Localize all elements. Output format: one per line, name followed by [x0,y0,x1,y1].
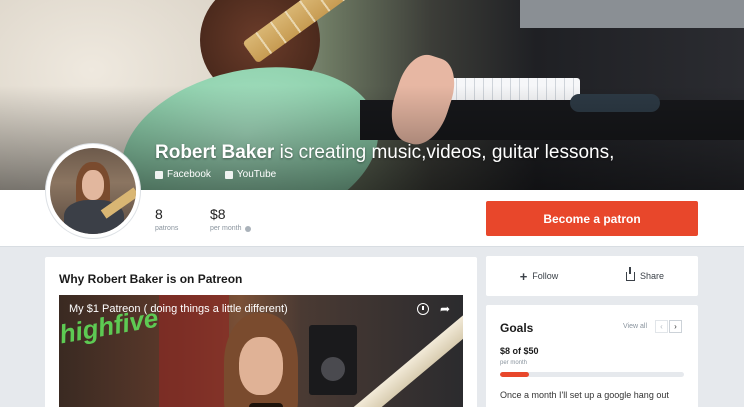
goal-progress-bar [500,372,684,377]
play-button[interactable] [249,403,283,407]
patrons-stat: 8 patrons [155,206,178,232]
goals-heading: Goals [500,321,534,335]
share-icon [625,266,635,281]
chevron-right-icon[interactable]: › [669,320,682,333]
info-icon[interactable] [244,225,251,232]
watch-later-icon[interactable] [417,303,429,315]
view-all-link[interactable]: View all [623,323,647,330]
intro-video[interactable]: highfive My $1 Patreon ( doing things a … [59,295,463,407]
about-heading: Why Robert Baker is on Patreon [59,272,243,286]
youtube-icon [224,170,233,179]
chevron-left-icon[interactable]: ‹ [655,320,668,333]
goal-amount: $8 of $50 [500,346,539,356]
become-patron-button[interactable]: Become a patron [486,201,698,236]
share-arrow-icon[interactable]: ➦ [439,303,451,315]
social-links: Facebook YouTube [155,169,276,180]
goal-period: per month [500,360,528,366]
share-button[interactable]: Share [592,266,698,281]
goal-progress-fill [500,372,530,377]
plus-icon: + [519,268,528,284]
creator-headline: Robert Baker is creating music,videos, g… [155,142,614,164]
creator-name[interactable]: Robert Baker [155,142,274,163]
goals-card: Goals View all ‹ › $8 of $50 per month O… [486,305,698,407]
facebook-label: Facebook [167,169,211,180]
earnings-label: per month [210,225,242,232]
creator-tagline: is creating music,videos, guitar lessons… [279,142,615,163]
follow-label: Follow [532,271,559,281]
patrons-count: 8 [155,206,163,222]
goal-description: Once a month I'll set up a google hang o… [500,390,669,400]
follow-button[interactable]: + Follow [486,270,592,283]
share-label: Share [639,271,665,281]
facebook-icon [155,170,163,179]
about-card: Why Robert Baker is on Patreon highfive … [45,257,477,407]
facebook-link[interactable]: Facebook [155,169,211,180]
follow-share-card: + Follow Share [486,256,698,296]
youtube-link[interactable]: YouTube [224,169,277,180]
earnings-stat: $8 per month [210,206,251,232]
youtube-label: YouTube [236,169,277,180]
avatar[interactable] [46,144,140,238]
patrons-label: patrons [155,225,179,232]
earnings-amount: $8 [210,206,226,222]
video-title[interactable]: My $1 Patreon ( doing things a little di… [69,303,288,315]
